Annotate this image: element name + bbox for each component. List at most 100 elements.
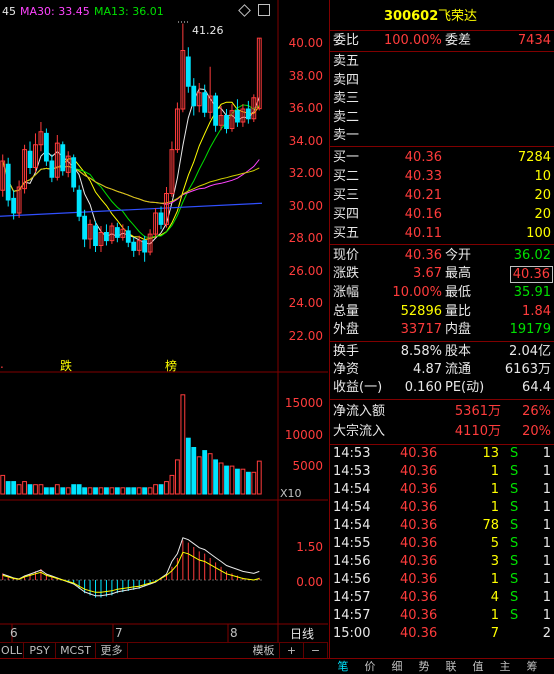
tick-time: 14:56 bbox=[333, 572, 371, 587]
candle-body bbox=[185, 56, 191, 87]
volume-bar bbox=[54, 484, 60, 495]
candle-body bbox=[245, 108, 251, 120]
tick-side: S bbox=[510, 590, 519, 605]
tick-price: 40.36 bbox=[400, 464, 438, 479]
legend-ma30: MA30: 33.45 bbox=[20, 5, 90, 18]
sell-level-2: 卖二 bbox=[333, 109, 360, 125]
chart-canvas[interactable] bbox=[0, 0, 328, 642]
buy-level-4: 买四 40.16 20 bbox=[333, 207, 551, 222]
candle-body bbox=[93, 225, 98, 246]
buy-volume: 10 bbox=[534, 169, 551, 184]
volume-bar bbox=[196, 456, 202, 495]
tick-count: 1 bbox=[542, 482, 551, 497]
tick-time: 14:57 bbox=[333, 590, 371, 605]
stock-name: 飞荣达 bbox=[438, 9, 478, 24]
volume-bar bbox=[98, 487, 104, 495]
volume-axis-tick: 10000 bbox=[284, 427, 323, 442]
candle-body bbox=[5, 163, 11, 201]
tab-2[interactable]: 细 bbox=[384, 659, 410, 674]
date-axis-7: 7 bbox=[115, 626, 123, 640]
candle-body bbox=[43, 132, 49, 162]
tab-oll[interactable]: OLL bbox=[0, 643, 24, 659]
volume-bar bbox=[164, 481, 169, 495]
candle-body bbox=[235, 110, 240, 123]
volume-bar bbox=[38, 484, 44, 495]
tab-mcst[interactable]: MCST bbox=[56, 643, 96, 659]
tab-more[interactable]: 更多 bbox=[96, 643, 128, 659]
tick-volume: 1 bbox=[490, 482, 499, 497]
tick-volume: 4 bbox=[490, 590, 499, 605]
tab-7[interactable]: 筹 bbox=[519, 659, 545, 674]
tab-6[interactable]: 主 bbox=[492, 659, 518, 674]
volume-bar bbox=[185, 437, 191, 495]
tick-row: 14:54 40.36 78 S 1 bbox=[330, 517, 554, 535]
tab-1[interactable]: 价 bbox=[357, 659, 383, 674]
tick-count: 2 bbox=[542, 626, 551, 641]
tick-count: 1 bbox=[542, 608, 551, 623]
tab-psy[interactable]: PSY bbox=[24, 643, 56, 659]
tick-side: S bbox=[510, 608, 519, 623]
outer-volume: 33717 bbox=[400, 322, 442, 337]
pe-ratio: 64.4 bbox=[522, 380, 551, 395]
candle-body bbox=[125, 230, 131, 243]
bottom-tab-bar: 笔价细势联值主筹 bbox=[0, 658, 554, 674]
tick-side: S bbox=[510, 536, 519, 551]
zoom-in-button[interactable]: + bbox=[280, 643, 304, 659]
volume-axis-tick: 15000 bbox=[284, 396, 323, 410]
sell-level-3: 卖三 bbox=[333, 91, 360, 106]
indicator-toolbar: OLL PSY MCST 更多 模板 + − bbox=[0, 642, 328, 659]
block-inflow: 4110万 bbox=[454, 424, 501, 439]
stock-title: 300602 飞荣达 bbox=[330, 8, 554, 26]
legend-ma13: MA13: 36.01 bbox=[94, 5, 164, 18]
volume-bar bbox=[0, 474, 6, 495]
change-value: 3.67 bbox=[413, 266, 442, 281]
fund-row-3: 收益(一) 0.160 PE(动) 64.4 bbox=[333, 380, 551, 395]
tick-count: 1 bbox=[542, 464, 551, 479]
tick-count: 1 bbox=[542, 554, 551, 569]
price-axis-tick: 40.00 bbox=[288, 36, 323, 50]
kline-chart[interactable]: 45 MA30: 33.45 MA13: 36.01 41.26 40.00 38… bbox=[0, 0, 328, 642]
tick-row: 14:55 40.36 5 S 1 bbox=[330, 535, 554, 553]
candle-body bbox=[131, 241, 137, 251]
quote-row-4: 总量 52896 量比 1.84 bbox=[333, 304, 551, 319]
period-label[interactable]: 日线 bbox=[290, 625, 314, 642]
volume-bar bbox=[229, 465, 235, 495]
volume-bar bbox=[109, 487, 115, 495]
quote-row-2: 涨跌 3.67 最高 40.36 bbox=[330, 265, 554, 283]
tick-time: 14:53 bbox=[333, 464, 371, 479]
candle-body bbox=[114, 227, 120, 238]
tick-side: S bbox=[510, 500, 519, 515]
volume-bar bbox=[180, 394, 186, 495]
peak-price-label: 41.26 bbox=[192, 24, 224, 37]
total-volume: 52896 bbox=[400, 304, 442, 319]
volume-unit: X10 bbox=[280, 487, 302, 500]
volume-bar bbox=[142, 487, 148, 495]
candle-body bbox=[213, 95, 219, 126]
price-axis-tick: 26.00 bbox=[288, 263, 323, 278]
tab-5[interactable]: 值 bbox=[465, 659, 491, 674]
tab-3[interactable]: 势 bbox=[411, 659, 437, 674]
zoom-out-button[interactable]: − bbox=[304, 643, 328, 659]
tick-row: 14:54 40.36 1 S 1 bbox=[330, 481, 554, 499]
volume-bar bbox=[213, 459, 219, 495]
buy-level-5: 买五 40.11 100 bbox=[333, 226, 551, 241]
template-button[interactable]: 模板 bbox=[248, 643, 280, 659]
candle-body bbox=[60, 144, 66, 172]
tick-time: 14:54 bbox=[333, 500, 371, 515]
tick-price: 40.36 bbox=[400, 626, 438, 641]
volume-bar bbox=[235, 468, 240, 495]
tick-side: S bbox=[510, 464, 519, 479]
candle-body bbox=[71, 157, 77, 188]
volume-bar bbox=[33, 484, 38, 495]
tab-0[interactable]: 笔 bbox=[330, 659, 356, 674]
volume-bar bbox=[136, 487, 142, 495]
date-axis-8: 8 bbox=[230, 626, 238, 640]
tick-count: 1 bbox=[542, 572, 551, 587]
volume-bar bbox=[82, 487, 88, 495]
tick-row: 15:00 40.36 7 2 bbox=[330, 625, 554, 643]
tick-price: 40.36 bbox=[400, 608, 438, 623]
tab-4[interactable]: 联 bbox=[438, 659, 464, 674]
maximize-icon[interactable] bbox=[258, 4, 270, 16]
tick-side: S bbox=[510, 482, 519, 497]
volume-bar bbox=[22, 481, 27, 495]
